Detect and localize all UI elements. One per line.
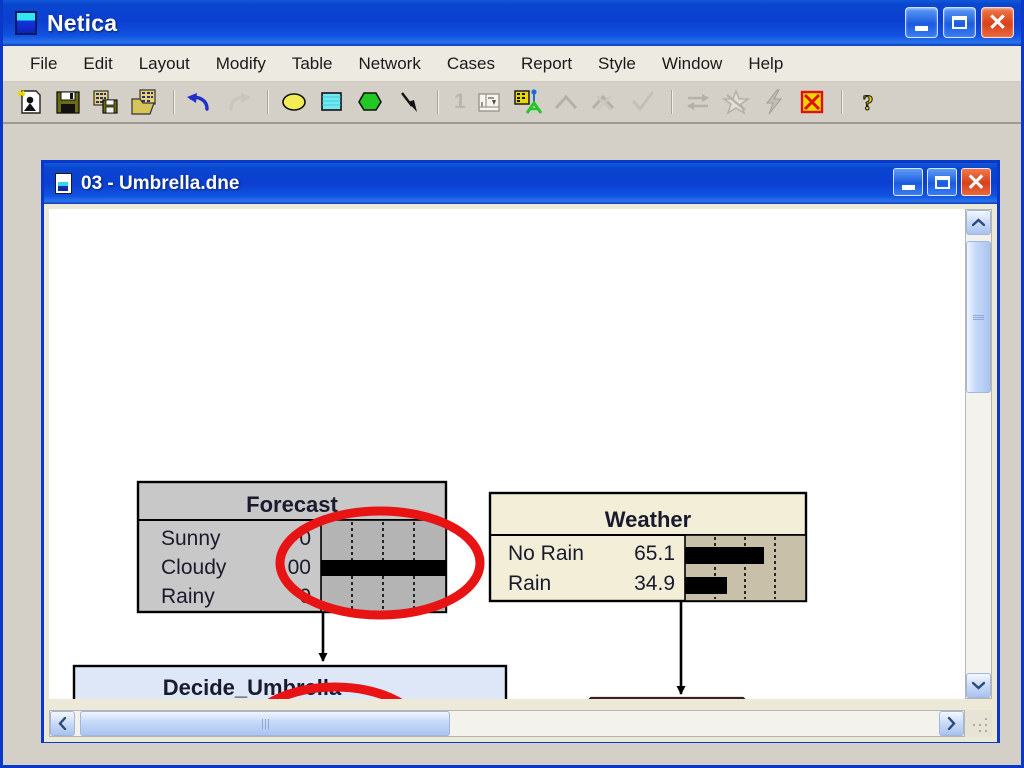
svg-text:34.9: 34.9 (634, 572, 675, 595)
chevron-right-icon (947, 717, 956, 730)
node-satisfaction[interactable]: Satisfaction (573, 696, 761, 699)
window-controls: ✕ (905, 7, 1014, 38)
application-title-bar: Netica ✕ (3, 0, 1021, 46)
remove-arcs-button[interactable] (587, 86, 621, 118)
toolbar-separator (267, 90, 269, 114)
grip-line (264, 718, 266, 729)
menu-item-cases[interactable]: Cases (434, 52, 508, 76)
svg-text:Rain: Rain (508, 572, 551, 595)
node-forecast-title: Forecast (246, 492, 338, 517)
toolbar: 1 ? (3, 82, 1021, 124)
node-weather-title: Weather (605, 507, 692, 532)
svg-text:Sunny: Sunny (161, 527, 221, 550)
menu-item-layout[interactable]: Layout (126, 52, 203, 76)
toolbar-separator (173, 90, 175, 114)
document-title-bar: 03 - Umbrella.dne ✕ (44, 163, 997, 204)
svg-text:65.1: 65.1 (634, 542, 675, 565)
node-weather[interactable]: Weather No Rain 65.1 Rain 34.9 (488, 491, 808, 603)
horizontal-scrollbar[interactable] (49, 710, 965, 737)
new-network-button[interactable] (13, 86, 47, 118)
nature-node-button[interactable] (277, 86, 311, 118)
grip-line (973, 314, 984, 316)
document-title: 03 - Umbrella.dne (81, 172, 240, 194)
svg-text:Rainy: Rainy (161, 585, 215, 608)
fast-update-button[interactable] (757, 86, 791, 118)
document-maximize-button[interactable] (927, 168, 957, 196)
horizontal-scroll-thumb[interactable] (80, 711, 450, 736)
scroll-left-button[interactable] (50, 711, 75, 736)
grip-line (267, 718, 269, 729)
minimize-icon (901, 185, 915, 190)
check-button[interactable] (625, 86, 659, 118)
arc-button[interactable] (549, 86, 583, 118)
uncompile-network-button[interactable] (795, 86, 829, 118)
open-network-button[interactable] (127, 86, 161, 118)
menu-item-edit[interactable]: Edit (70, 52, 125, 76)
grip-line (261, 718, 263, 729)
grip-line (973, 318, 984, 320)
minimize-button[interactable] (905, 7, 938, 38)
document-minimize-button[interactable] (893, 168, 923, 196)
decision-node-button[interactable] (315, 86, 349, 118)
toolbar-separator (671, 90, 673, 114)
grip-line (973, 316, 984, 318)
maximize-icon (934, 175, 950, 189)
menu-item-modify[interactable]: Modify (203, 52, 279, 76)
add-link-button[interactable] (391, 86, 425, 118)
document-client-area: Forecast Sunny 0 Cloudy 100 Rainy 0 Weat… (44, 204, 997, 742)
resize-grip[interactable] (965, 710, 992, 737)
chevron-left-icon (58, 717, 67, 730)
node-forecast-bar-cloudy (321, 560, 446, 576)
menu-item-report[interactable]: Report (508, 52, 585, 76)
menu-item-style[interactable]: Style (585, 52, 649, 76)
undo-button[interactable] (183, 86, 217, 118)
application-title: Netica (47, 9, 118, 36)
node-weather-bar-norain (685, 547, 764, 564)
maximize-icon (952, 16, 967, 29)
chevron-down-icon (972, 681, 985, 690)
menu-item-table[interactable]: Table (279, 52, 346, 76)
vertical-scroll-thumb[interactable] (966, 241, 991, 393)
absorb-node-button[interactable] (719, 86, 753, 118)
menu-item-window[interactable]: Window (649, 52, 735, 76)
network-document-window: 03 - Umbrella.dne ✕ Forecast Sunny 0 Clo… (41, 160, 1000, 743)
network-canvas[interactable]: Forecast Sunny 0 Cloudy 100 Rainy 0 Weat… (49, 209, 965, 699)
svg-text:?: ? (863, 90, 874, 115)
svg-text:Cloudy: Cloudy (161, 556, 227, 579)
minimize-icon (915, 25, 928, 31)
redo-button[interactable] (221, 86, 255, 118)
netica-app-icon (15, 11, 37, 35)
menu-item-file[interactable]: File (17, 52, 70, 76)
close-icon: ✕ (987, 9, 1008, 35)
compile-network-button[interactable] (511, 86, 545, 118)
menu-item-network[interactable]: Network (345, 52, 433, 76)
vertical-scrollbar[interactable] (965, 209, 992, 699)
close-button[interactable]: ✕ (981, 7, 1014, 38)
document-close-button[interactable]: ✕ (961, 168, 991, 196)
maximize-button[interactable] (943, 7, 976, 38)
edit-table-button[interactable] (473, 86, 507, 118)
scroll-up-button[interactable] (966, 210, 991, 235)
zoom-level-indicator: 1 (454, 90, 466, 113)
svg-text:No Rain: No Rain (508, 542, 584, 565)
menu-item-help[interactable]: Help (735, 52, 796, 76)
scroll-down-button[interactable] (966, 673, 991, 698)
save-all-button[interactable] (89, 86, 123, 118)
netica-application-window: Netica ✕ File Edit Layout Modify Table N… (0, 0, 1024, 768)
save-button[interactable] (51, 86, 85, 118)
close-icon: ✕ (966, 168, 986, 195)
toolbar-separator (437, 90, 439, 114)
menu-bar: File Edit Layout Modify Table Network Ca… (3, 46, 1021, 82)
toolbar-separator (841, 90, 843, 114)
document-icon (55, 173, 72, 194)
bayesian-network-graph: Forecast Sunny 0 Cloudy 100 Rainy 0 Weat… (72, 480, 808, 699)
node-weather-bar-rain (685, 577, 727, 594)
document-window-controls: ✕ (893, 168, 991, 196)
help-button[interactable]: ? (851, 86, 885, 118)
reverse-link-button[interactable] (681, 86, 715, 118)
chevron-up-icon (972, 218, 985, 227)
utility-node-button[interactable] (353, 86, 387, 118)
scroll-right-button[interactable] (939, 711, 964, 736)
